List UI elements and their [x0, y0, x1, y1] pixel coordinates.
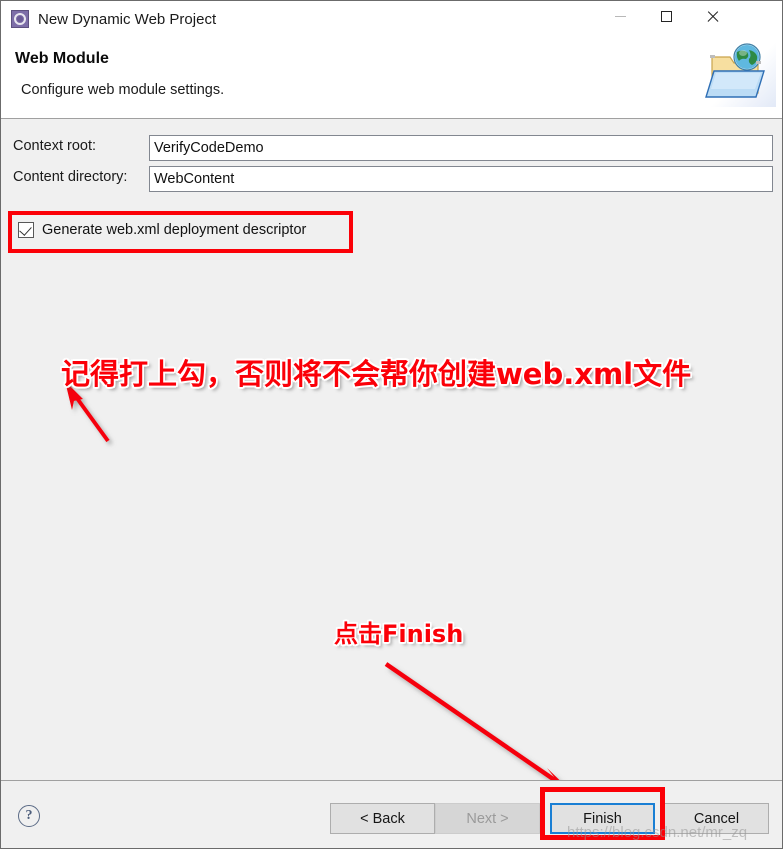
maximize-button[interactable]	[643, 1, 689, 32]
cancel-button[interactable]: Cancel	[664, 803, 769, 834]
context-root-row: Context root:	[1, 135, 782, 161]
title-bar: New Dynamic Web Project	[1, 1, 782, 37]
wizard-content: Context root: Content directory: Generat…	[1, 119, 782, 793]
finish-button[interactable]: Finish	[550, 803, 655, 834]
generate-webxml-label: Generate web.xml deployment descriptor	[42, 222, 307, 238]
content-directory-row: Content directory:	[1, 166, 782, 192]
generate-webxml-checkbox-row[interactable]: Generate web.xml deployment descriptor	[18, 222, 306, 238]
close-button[interactable]	[689, 1, 735, 32]
minimize-button[interactable]	[597, 1, 643, 32]
context-root-label: Context root:	[13, 138, 97, 154]
close-icon	[706, 10, 719, 23]
finish-annotation-text: 点击Finish	[334, 620, 464, 648]
gear-inner-circle	[17, 16, 23, 22]
new-dynamic-web-project-dialog: New Dynamic Web Project Web Module Confi…	[0, 0, 783, 849]
page-description: Configure web module settings.	[21, 82, 225, 98]
dialog-button-bar: ? < Back Next > Finish Cancel	[1, 780, 782, 848]
window-title: New Dynamic Web Project	[38, 10, 217, 28]
maximize-icon	[660, 11, 672, 22]
checkmark-icon	[19, 223, 32, 236]
next-button: Next >	[435, 803, 540, 834]
back-button[interactable]: < Back	[330, 803, 435, 834]
page-title: Web Module	[15, 50, 109, 67]
content-directory-input[interactable]	[149, 166, 773, 192]
context-root-input[interactable]	[149, 135, 773, 161]
checkbox-annotation-text: 记得打上勾，否则将不会帮你创建web.xml文件	[61, 357, 692, 391]
project-wizard-icon	[11, 10, 29, 28]
help-icon[interactable]: ?	[18, 805, 40, 827]
content-directory-label: Content directory:	[13, 169, 128, 185]
minimize-icon	[614, 16, 626, 17]
web-folder-globe-icon	[702, 35, 776, 107]
generate-webxml-checkbox[interactable]	[18, 222, 34, 238]
wizard-header: Web Module Configure web module settings…	[1, 35, 782, 119]
checkbox-red-highlight-box: Generate web.xml deployment descriptor	[8, 211, 353, 253]
